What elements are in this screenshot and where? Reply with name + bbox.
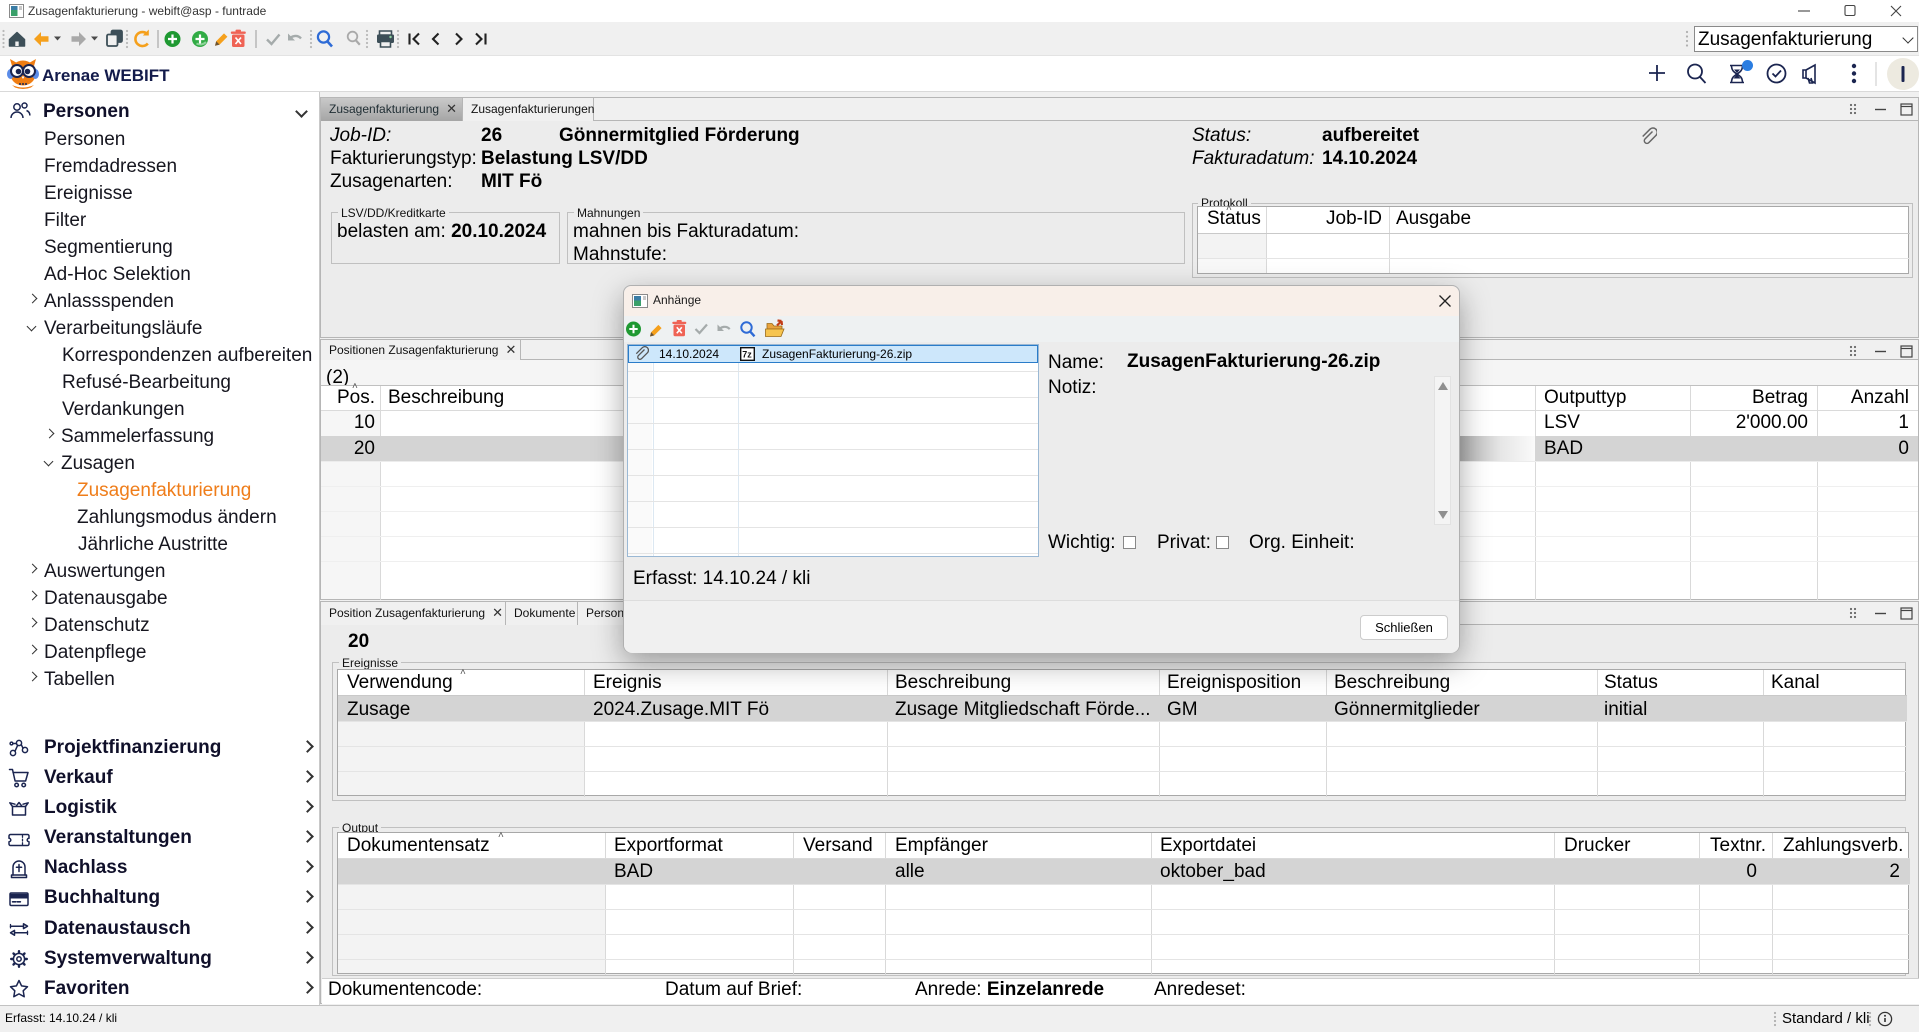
svg-text:7z: 7z [742,350,752,360]
